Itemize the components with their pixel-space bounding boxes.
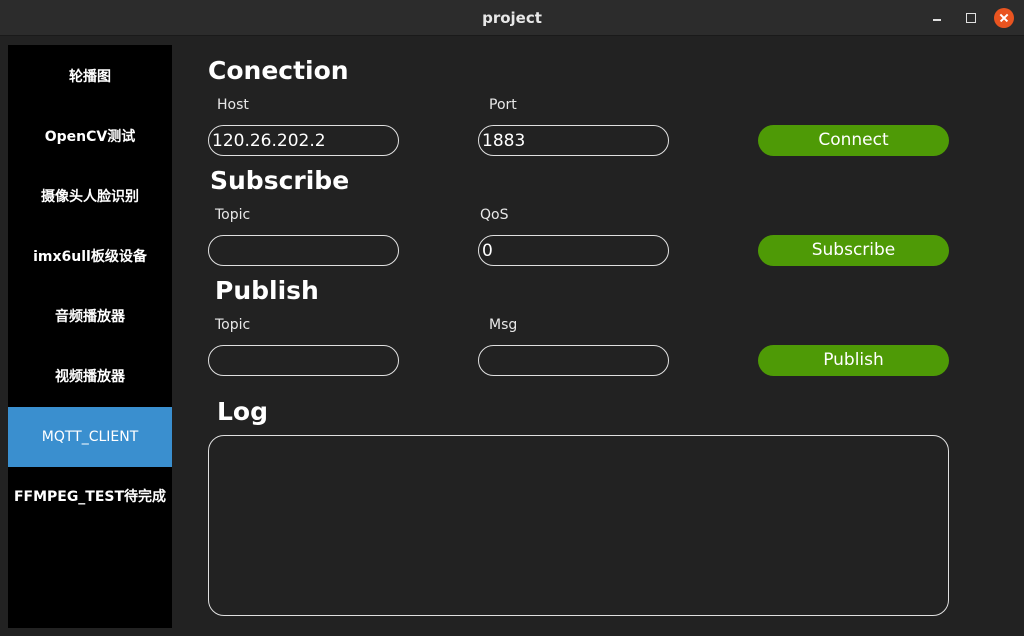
port-input[interactable] <box>478 125 669 156</box>
sidebar-item-board-devices[interactable]: imx6ull板级设备 <box>8 227 172 287</box>
port-label: Port <box>489 97 517 113</box>
subscribe-button[interactable]: Subscribe <box>758 235 949 266</box>
minimize-icon[interactable] <box>927 8 947 28</box>
publish-button[interactable]: Publish <box>758 345 949 376</box>
msg-input[interactable] <box>478 345 669 376</box>
connect-button[interactable]: Connect <box>758 125 949 156</box>
sidebar: 轮播图 OpenCV测试 摄像头人脸识别 imx6ull板级设备 音频播放器 视… <box>8 45 172 628</box>
subscribe-topic-label: Topic <box>215 207 251 223</box>
host-input[interactable] <box>208 125 399 156</box>
sidebar-item-audio-player[interactable]: 音频播放器 <box>8 287 172 347</box>
msg-label: Msg <box>489 317 518 333</box>
sidebar-item-carousel[interactable]: 轮播图 <box>8 47 172 107</box>
log-textarea[interactable] <box>208 435 949 616</box>
sidebar-item-opencv-test[interactable]: OpenCV测试 <box>8 107 172 167</box>
window-title: project <box>482 9 542 27</box>
sidebar-item-face-recognition[interactable]: 摄像头人脸识别 <box>8 167 172 227</box>
publish-title: Publish <box>215 276 319 305</box>
publish-topic-label: Topic <box>215 317 251 333</box>
host-label: Host <box>217 97 249 113</box>
publish-topic-input[interactable] <box>208 345 399 376</box>
sidebar-item-mqtt-client[interactable]: MQTT_CLIENT <box>8 407 172 467</box>
qos-input[interactable] <box>478 235 669 266</box>
maximize-icon[interactable] <box>960 8 980 28</box>
connection-title: Conection <box>208 56 349 85</box>
log-title: Log <box>217 397 269 426</box>
sidebar-item-video-player[interactable]: 视频播放器 <box>8 347 172 407</box>
qos-label: QoS <box>480 207 509 223</box>
close-icon[interactable] <box>994 8 1014 28</box>
subscribe-title: Subscribe <box>210 166 350 195</box>
sidebar-item-ffmpeg-test[interactable]: FFMPEG_TEST待完成 <box>8 467 172 527</box>
subscribe-topic-input[interactable] <box>208 235 399 266</box>
title-bar: project <box>0 0 1024 36</box>
